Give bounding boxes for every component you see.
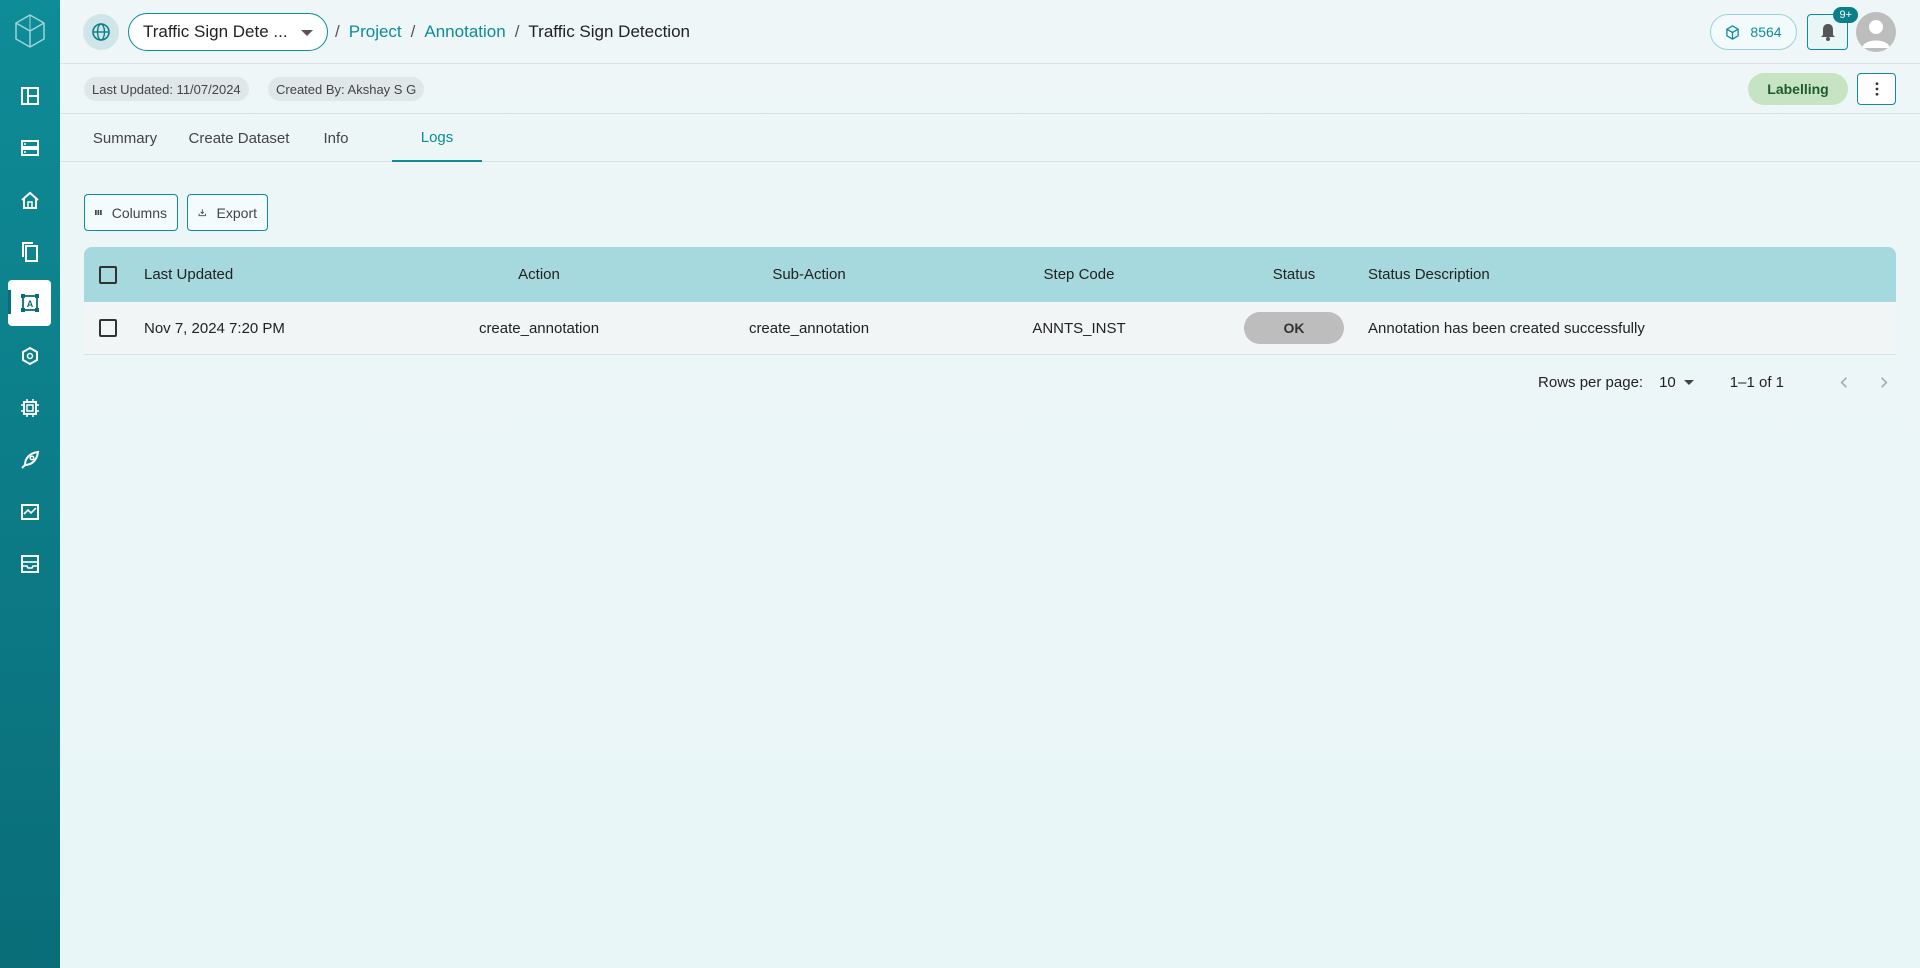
credits-button[interactable]: 8564 (1710, 14, 1797, 50)
next-page-button[interactable] (1872, 370, 1896, 394)
cell-status-description: Annotation has been created successfully (1368, 319, 1645, 337)
breadcrumb-separator: / (514, 22, 520, 41)
breadcrumb-separator: / (335, 22, 340, 41)
annotation-icon: A (20, 294, 39, 312)
cell-last-updated: Nov 7, 2024 7:20 PM (144, 319, 285, 337)
breadcrumb-project[interactable]: Project (349, 22, 402, 42)
table-row[interactable]: Nov 7, 2024 7:20 PM create_annotation cr… (84, 302, 1896, 355)
sidebar-item-monitor[interactable] (8, 489, 51, 535)
sidebar-item-home[interactable] (8, 177, 51, 223)
app-logo-icon[interactable] (14, 14, 46, 48)
tab-info[interactable]: Info (308, 114, 364, 162)
sidebar-item-compute[interactable] (8, 385, 51, 431)
column-header[interactable]: Status Description (1368, 247, 1490, 302)
sidebar-item-annotation[interactable]: A (8, 280, 51, 326)
storage-icon (20, 140, 39, 156)
column-header[interactable]: Status (1244, 247, 1344, 302)
breadcrumb-separator: / (410, 22, 416, 41)
select-all-cell (99, 247, 117, 302)
column-header[interactable]: Last Updated (144, 247, 233, 302)
notifications-button[interactable]: 9+ (1807, 7, 1858, 50)
breadcrumb-current: Traffic Sign Detection (528, 22, 690, 41)
columns-label: Columns (111, 204, 167, 221)
files-icon (21, 242, 38, 262)
table-header: Last Updated Action Sub-Action Step Code… (84, 247, 1896, 302)
row-checkbox[interactable] (99, 319, 117, 337)
chevron-down-icon (1683, 379, 1694, 385)
tab-create-dataset[interactable]: Create Dataset (188, 114, 290, 162)
sidebar-item-deploy[interactable] (8, 437, 51, 483)
tab-logs[interactable]: Logs (392, 114, 482, 162)
cell-status: OK (1234, 302, 1354, 354)
breadcrumb: / Project / Annotation / Traffic Sign De… (335, 22, 690, 42)
last-updated-chip: Last Updated: 11/07/2024 (84, 77, 249, 101)
download-icon (198, 209, 206, 217)
columns-icon (95, 209, 102, 216)
rows-per-page-select[interactable]: 10 (1659, 374, 1694, 391)
sidebar-item-storage[interactable] (8, 125, 51, 171)
svg-text:A: A (26, 299, 33, 309)
sidebar: A (0, 0, 60, 968)
column-header[interactable]: Action (474, 247, 604, 302)
select-all-checkbox[interactable] (99, 265, 117, 284)
notification-badge: 9+ (1833, 7, 1858, 23)
chip-icon (20, 399, 39, 417)
logs-table: Last Updated Action Sub-Action Step Code… (84, 247, 1896, 355)
status-ok-badge: OK (1244, 312, 1344, 344)
credits-value: 8564 (1750, 24, 1782, 40)
top-bar: Traffic Sign Dete ... / Project / Annota… (60, 0, 1920, 64)
cell-step-code: ANNTS_INST (1032, 319, 1126, 337)
pagination: Rows per page: 10 1–1 of 1 (1538, 370, 1896, 394)
bell-icon (1820, 24, 1835, 41)
tab-summary[interactable]: Summary (84, 114, 166, 162)
column-header[interactable]: Sub-Action (744, 247, 874, 302)
tabs: Summary Create Dataset Info Logs (60, 114, 1920, 162)
columns-button[interactable]: Columns (84, 194, 178, 231)
rows-per-page-label: Rows per page: (1538, 373, 1644, 391)
more-options-button[interactable] (1857, 73, 1896, 105)
sidebar-item-inbox[interactable] (8, 541, 51, 587)
row-select-cell (99, 302, 117, 354)
avatar[interactable] (1856, 12, 1896, 52)
sidebar-item-model[interactable] (8, 333, 51, 379)
cell-action: create_annotation (478, 319, 600, 337)
dashboard-icon (20, 87, 39, 105)
active-indicator (8, 290, 11, 314)
status-badge: Labelling (1748, 73, 1848, 105)
project-select[interactable]: Traffic Sign Dete ... (128, 13, 328, 51)
rocket-icon (20, 450, 39, 469)
cell-sub-action: create_annotation (748, 319, 870, 337)
chevron-right-icon (1881, 376, 1888, 388)
sidebar-item-files[interactable] (8, 229, 51, 275)
export-button[interactable]: Export (187, 194, 268, 231)
home-icon (20, 191, 39, 209)
previous-page-button[interactable] (1832, 370, 1856, 394)
chevron-left-icon (1840, 376, 1847, 388)
pagination-range: 1–1 of 1 (1729, 373, 1784, 391)
sidebar-item-dashboard[interactable] (8, 73, 51, 119)
project-select-value: Traffic Sign Dete ... (143, 22, 288, 41)
breadcrumb-annotation[interactable]: Annotation (424, 22, 505, 42)
created-by-chip: Created By: Akshay S G (268, 77, 425, 101)
project-globe-icon[interactable] (83, 14, 119, 50)
meta-bar: Last Updated: 11/07/2024 Created By: Aks… (60, 64, 1920, 114)
more-vert-icon (1875, 82, 1878, 96)
inbox-icon (20, 555, 39, 573)
cube-icon (1726, 24, 1740, 40)
chevron-down-icon (301, 30, 313, 36)
column-header[interactable]: Step Code (1014, 247, 1144, 302)
monitor-icon (20, 504, 39, 520)
user-icon (1862, 20, 1890, 48)
export-label: Export (216, 204, 257, 221)
model-icon (21, 346, 38, 366)
rows-per-page-value: 10 (1659, 373, 1676, 391)
